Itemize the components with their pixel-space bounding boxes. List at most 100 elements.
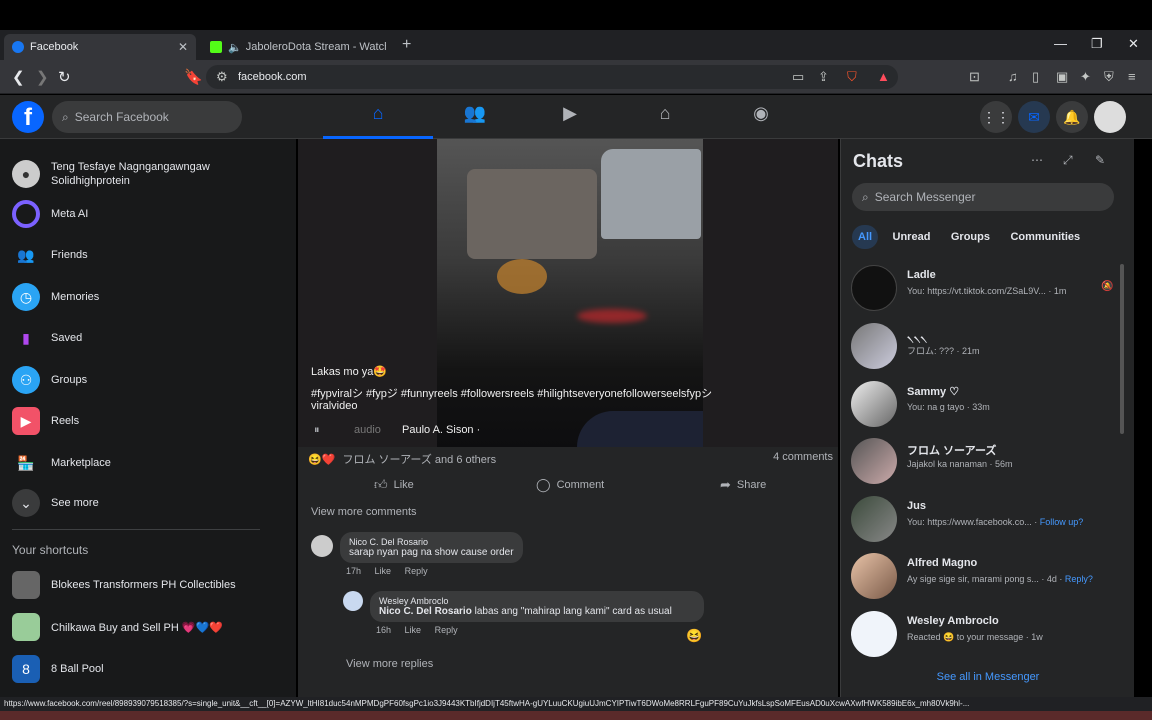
marketplace-tab[interactable]: ⌂ bbox=[610, 103, 720, 133]
sidebar-item-profile[interactable]: ● Teng Tesfaye Nagngangawngaw Solidhighp… bbox=[12, 157, 231, 191]
friends-tab[interactable]: 👥 bbox=[420, 103, 530, 133]
reactions-text[interactable]: フロム ソーアーズ and 6 others bbox=[342, 454, 496, 466]
chat-item[interactable]: Wesley Ambroclo Reacted 😆 to your messag… bbox=[851, 607, 1121, 659]
reply-like-link[interactable]: Like bbox=[405, 625, 422, 635]
bell-icon: 🔔 bbox=[1063, 109, 1081, 125]
avatar[interactable] bbox=[343, 591, 363, 611]
video-icon: ▶ bbox=[563, 103, 577, 123]
share-icon[interactable]: ⇪ bbox=[818, 69, 829, 85]
brave-shield-icon[interactable]: ⛉ bbox=[847, 69, 857, 85]
gaming-tab[interactable]: ◉ bbox=[706, 103, 816, 133]
chat-item[interactable]: フロム ソーアーズ Jajakol ka nanaman · 56m bbox=[851, 434, 1121, 486]
menu-grid-button[interactable]: ⋮⋮ bbox=[980, 101, 1012, 133]
comment-reply-link[interactable]: Reply bbox=[405, 566, 428, 576]
sidebar-item-reels[interactable]: ▶ Reels bbox=[12, 405, 79, 437]
more-options-icon[interactable]: ⋯ bbox=[1031, 153, 1043, 167]
video-tab[interactable]: ▶ bbox=[515, 103, 625, 133]
back-icon[interactable]: ❮ bbox=[12, 68, 25, 86]
reel-video[interactable]: Lakas mo ya🤩 #fypviralシ #fypジ #funnyreel… bbox=[298, 139, 838, 447]
reaction-icons[interactable]: 😆❤️ bbox=[308, 454, 335, 466]
grid-icon: ⋮⋮ bbox=[982, 109, 1010, 125]
menu-icon[interactable]: ≡ bbox=[1128, 69, 1136, 84]
sidebar-item-saved[interactable]: ▮ Saved bbox=[12, 322, 82, 354]
chat-preview-text: You: https://www.facebook.co... · bbox=[907, 517, 1040, 527]
sidebar-item-memories[interactable]: ◷ Memories bbox=[12, 281, 99, 313]
comment-button[interactable]: ◯ Comment bbox=[536, 477, 604, 493]
vpn-icon[interactable]: ⛨ bbox=[1104, 69, 1114, 85]
notifications-button[interactable]: 🔔 bbox=[1056, 101, 1088, 133]
facebook-search[interactable]: ⌕ Search Facebook bbox=[52, 101, 242, 133]
reply-time[interactable]: 16h bbox=[376, 625, 391, 635]
close-tab-icon[interactable]: ✕ bbox=[178, 40, 188, 54]
comment-text: sarap nyan pag na show cause order bbox=[349, 547, 514, 558]
reply-link[interactable]: Reply? bbox=[1065, 574, 1093, 584]
comment-time[interactable]: 17h bbox=[346, 566, 361, 576]
share-button[interactable]: ➦ Share bbox=[720, 477, 766, 493]
forward-icon[interactable]: ❯ bbox=[36, 68, 49, 86]
view-more-replies[interactable]: View more replies bbox=[346, 658, 433, 670]
author-name[interactable]: Paulo A. Sison · bbox=[402, 424, 480, 436]
comment-author[interactable]: Nico C. Del Rosario bbox=[349, 537, 514, 547]
view-more-comments[interactable]: View more comments bbox=[311, 506, 417, 518]
chats-scrollbar[interactable] bbox=[1120, 264, 1124, 434]
chat-item[interactable]: Ladle You: https://vt.tiktok.com/ZSaL9V.… bbox=[851, 261, 1121, 313]
laughing-reaction-icon[interactable]: 😆 bbox=[686, 628, 702, 644]
see-all-in-messenger-link[interactable]: See all in Messenger bbox=[841, 671, 1135, 683]
bookmark-icon[interactable]: 🔖 bbox=[184, 68, 203, 86]
sidebar-item-meta-ai[interactable]: Meta AI bbox=[12, 198, 88, 230]
tab-kick-stream[interactable]: 🔈 JaboleroDota Stream - Watch Liv bbox=[202, 34, 394, 60]
reply-mention[interactable]: Nico C. Del Rosario bbox=[379, 606, 472, 617]
filter-unread[interactable]: Unread bbox=[887, 225, 937, 249]
close-window-icon[interactable]: ✕ bbox=[1128, 36, 1139, 52]
audio-icon[interactable]: ⏸ bbox=[314, 424, 320, 437]
messenger-search[interactable]: ⌕ Search Messenger bbox=[852, 183, 1114, 211]
shortcut-item[interactable]: Chilkawa Buy and Sell PH 💗💙❤️ bbox=[12, 611, 223, 643]
filter-communities[interactable]: Communities bbox=[1004, 225, 1086, 249]
home-tab[interactable]: ⌂ bbox=[323, 103, 433, 139]
messenger-button[interactable]: ✉ bbox=[1018, 101, 1050, 133]
follow-up-link[interactable]: Follow up? bbox=[1040, 517, 1084, 527]
sidebar-item-marketplace[interactable]: 🏪 Marketplace bbox=[12, 447, 111, 479]
leo-ai-icon[interactable]: ✦ bbox=[1080, 69, 1091, 85]
comment-meta: 17h Like Reply bbox=[340, 566, 523, 576]
search-icon: ⌕ bbox=[862, 189, 869, 204]
tab-search-icon[interactable]: ⊡ bbox=[969, 69, 980, 85]
tab-facebook[interactable]: Facebook ✕ bbox=[4, 34, 196, 60]
facebook-logo[interactable]: f bbox=[12, 101, 44, 133]
reload-icon[interactable]: ↻ bbox=[58, 68, 71, 86]
sidebar-item-groups[interactable]: ⚇ Groups bbox=[12, 364, 87, 396]
shortcut-item[interactable]: 8 8 Ball Pool bbox=[12, 653, 104, 685]
minimize-icon[interactable]: — bbox=[1054, 36, 1067, 51]
media-icon[interactable]: ♫ bbox=[1008, 69, 1018, 84]
filter-groups[interactable]: Groups bbox=[945, 225, 996, 249]
new-message-icon[interactable]: ✎ bbox=[1095, 153, 1105, 167]
filter-all[interactable]: All bbox=[852, 225, 879, 249]
profile-avatar[interactable] bbox=[1094, 101, 1126, 133]
avatar[interactable] bbox=[311, 535, 333, 557]
sidebar-item-friends[interactable]: 👥 Friends bbox=[12, 239, 87, 271]
expand-icon[interactable]: ⤢ bbox=[1063, 153, 1073, 168]
comment-icon: ◯ bbox=[536, 477, 551, 492]
cast-icon[interactable]: ▭ bbox=[792, 69, 804, 85]
chat-item[interactable]: Sammy ♡ You: na g tayo · 33m bbox=[851, 377, 1121, 429]
reply-author[interactable]: Wesley Ambroclo bbox=[379, 596, 695, 606]
new-tab-button[interactable]: + bbox=[402, 36, 411, 54]
chat-item[interactable]: Alfred Magno Ay sige sige sir, marami po… bbox=[851, 549, 1121, 601]
restore-icon[interactable]: ❐ bbox=[1091, 36, 1103, 52]
chat-item[interactable]: ৲৲৲ フロム: ??? · 21m bbox=[851, 319, 1121, 371]
reply-reply-link[interactable]: Reply bbox=[435, 625, 458, 635]
sidebar-icon[interactable]: ▯ bbox=[1032, 69, 1039, 85]
chat-name: Jus bbox=[907, 500, 926, 512]
comment-label: Comment bbox=[556, 479, 605, 491]
like-button[interactable]: 👍︎ Like bbox=[374, 477, 414, 493]
wallet-icon[interactable]: ▣ bbox=[1056, 69, 1068, 85]
chat-item[interactable]: Jus You: https://www.facebook.co... · Fo… bbox=[851, 492, 1121, 544]
comment-like-link[interactable]: Like bbox=[375, 566, 392, 576]
sidebar-item-see-more[interactable]: ⌄ See more bbox=[12, 487, 99, 519]
shortcut-item[interactable]: Blokees Transformers PH Collectibles bbox=[12, 569, 236, 601]
comments-count[interactable]: 4 comments bbox=[773, 451, 833, 463]
brave-rewards-icon[interactable]: ▲ bbox=[877, 69, 890, 84]
taskbar-strip bbox=[0, 711, 1152, 720]
site-settings-icon[interactable]: ⚙ bbox=[216, 69, 228, 85]
kick-favicon-icon bbox=[210, 41, 222, 53]
